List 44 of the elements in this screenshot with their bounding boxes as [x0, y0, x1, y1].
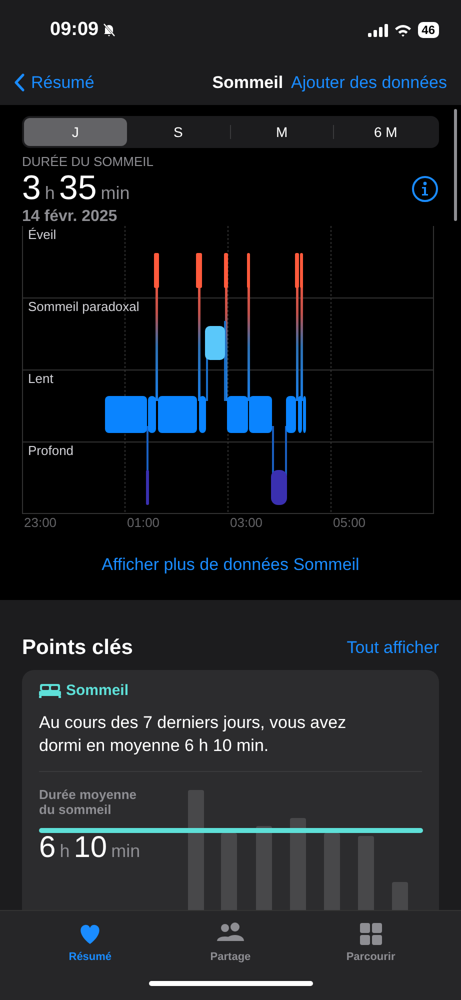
card-text: Au cours des 7 derniers jours, vous avez dormi en moyenne 6 h 10 min.: [39, 711, 422, 772]
time-label: 01:00: [126, 515, 160, 530]
bed-icon: [39, 684, 61, 698]
date-label: 14 févr. 2025: [22, 208, 118, 226]
metric-label: Durée moyenne du sommeil: [39, 786, 138, 817]
highlight-card[interactable]: Sommeil Au cours des 7 derniers jours, vous avez dormi en moyenne 6 h 10 min. Durée moyenne du sommeil 6 h 10 min: [22, 670, 439, 910]
stage-label: Éveil: [27, 226, 56, 242]
see-all-link[interactable]: Tout afficher: [346, 638, 439, 658]
period-segment[interactable]: 6 M: [334, 118, 437, 146]
stage-label: Sommeil paradoxal: [27, 298, 140, 314]
info-icon[interactable]: [411, 174, 439, 202]
minutes-unit: min: [100, 183, 130, 204]
muted-bell-icon: [102, 23, 116, 37]
tab-bar-item[interactable]: Partage: [185, 919, 276, 964]
section-title: Points clés: [22, 636, 133, 660]
battery-level: 46: [418, 22, 439, 38]
nav-title: Sommeil: [212, 72, 284, 92]
stage-label: Lent: [27, 370, 54, 386]
time-label: 23:00: [23, 515, 57, 530]
period-segment[interactable]: M: [230, 118, 334, 146]
add-data-link[interactable]: Ajouter des données: [291, 72, 447, 92]
hours-unit: h: [60, 841, 70, 862]
tab-bar-item[interactable]: Parcourir: [326, 919, 416, 964]
wifi-icon: [394, 24, 412, 36]
clock-time: 09:09: [50, 19, 99, 41]
average-minutes: 10: [74, 831, 108, 865]
minutes-unit: min: [111, 841, 140, 862]
period-segment[interactable]: S: [126, 118, 230, 146]
back-button[interactable]: Résumé: [14, 72, 94, 92]
more-data-link[interactable]: Afficher plus de données Sommeil: [96, 554, 366, 576]
hours-unit: h: [44, 183, 55, 204]
chevron-icon: [14, 73, 25, 92]
card-category: Sommeil: [66, 682, 129, 699]
signal-icon: [368, 24, 388, 36]
stage-label: Profond: [27, 442, 74, 458]
chart-bar: [392, 882, 408, 910]
tab-bar-item[interactable]: Résumé: [45, 919, 136, 964]
average-hours: 6: [39, 831, 56, 865]
section-heading: DURÉE DU SOMMEIL: [22, 154, 154, 169]
duration-minutes: 35: [58, 169, 97, 208]
time-label: 03:00: [229, 515, 263, 530]
duration-hours: 3: [22, 169, 41, 208]
period-segment[interactable]: J: [24, 118, 127, 146]
time-label: 05:00: [332, 515, 366, 530]
